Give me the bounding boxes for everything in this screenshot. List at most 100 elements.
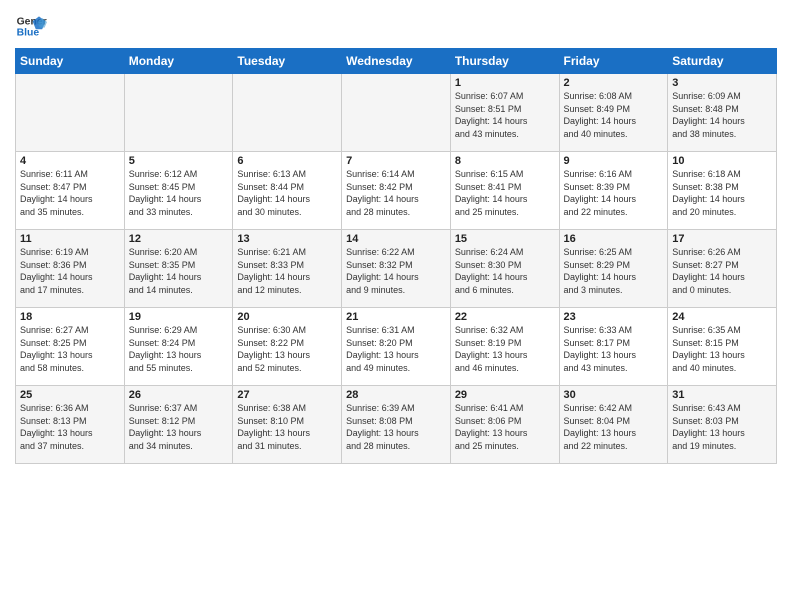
- day-number: 13: [237, 233, 337, 245]
- day-info: Sunrise: 6:29 AM Sunset: 8:24 PM Dayligh…: [129, 324, 229, 374]
- day-info: Sunrise: 6:19 AM Sunset: 8:36 PM Dayligh…: [20, 246, 120, 296]
- day-number: 4: [20, 155, 120, 167]
- week-row-4: 18Sunrise: 6:27 AM Sunset: 8:25 PM Dayli…: [16, 308, 777, 386]
- header-cell-sunday: Sunday: [16, 49, 125, 74]
- day-cell: 29Sunrise: 6:41 AM Sunset: 8:06 PM Dayli…: [450, 386, 559, 464]
- day-cell: 1Sunrise: 6:07 AM Sunset: 8:51 PM Daylig…: [450, 74, 559, 152]
- page-container: General Blue SundayMondayTuesdayWednesda…: [0, 0, 792, 469]
- day-number: 7: [346, 155, 446, 167]
- day-info: Sunrise: 6:25 AM Sunset: 8:29 PM Dayligh…: [564, 246, 664, 296]
- day-number: 19: [129, 311, 229, 323]
- day-number: 6: [237, 155, 337, 167]
- day-info: Sunrise: 6:27 AM Sunset: 8:25 PM Dayligh…: [20, 324, 120, 374]
- svg-text:Blue: Blue: [17, 28, 40, 39]
- day-number: 16: [564, 233, 664, 245]
- week-row-5: 25Sunrise: 6:36 AM Sunset: 8:13 PM Dayli…: [16, 386, 777, 464]
- day-info: Sunrise: 6:42 AM Sunset: 8:04 PM Dayligh…: [564, 402, 664, 452]
- day-cell: 16Sunrise: 6:25 AM Sunset: 8:29 PM Dayli…: [559, 230, 668, 308]
- day-number: 18: [20, 311, 120, 323]
- day-cell: 28Sunrise: 6:39 AM Sunset: 8:08 PM Dayli…: [342, 386, 451, 464]
- day-info: Sunrise: 6:21 AM Sunset: 8:33 PM Dayligh…: [237, 246, 337, 296]
- day-info: Sunrise: 6:07 AM Sunset: 8:51 PM Dayligh…: [455, 90, 555, 140]
- day-cell: 6Sunrise: 6:13 AM Sunset: 8:44 PM Daylig…: [233, 152, 342, 230]
- day-info: Sunrise: 6:37 AM Sunset: 8:12 PM Dayligh…: [129, 402, 229, 452]
- day-cell: 14Sunrise: 6:22 AM Sunset: 8:32 PM Dayli…: [342, 230, 451, 308]
- day-info: Sunrise: 6:26 AM Sunset: 8:27 PM Dayligh…: [672, 246, 772, 296]
- day-cell: [342, 74, 451, 152]
- day-info: Sunrise: 6:13 AM Sunset: 8:44 PM Dayligh…: [237, 168, 337, 218]
- day-info: Sunrise: 6:38 AM Sunset: 8:10 PM Dayligh…: [237, 402, 337, 452]
- day-number: 30: [564, 389, 664, 401]
- day-number: 3: [672, 77, 772, 89]
- header-cell-monday: Monday: [124, 49, 233, 74]
- day-cell: 26Sunrise: 6:37 AM Sunset: 8:12 PM Dayli…: [124, 386, 233, 464]
- day-info: Sunrise: 6:20 AM Sunset: 8:35 PM Dayligh…: [129, 246, 229, 296]
- header-cell-friday: Friday: [559, 49, 668, 74]
- day-cell: 3Sunrise: 6:09 AM Sunset: 8:48 PM Daylig…: [668, 74, 777, 152]
- day-cell: 19Sunrise: 6:29 AM Sunset: 8:24 PM Dayli…: [124, 308, 233, 386]
- logo-icon: General Blue: [15, 10, 47, 42]
- day-number: 8: [455, 155, 555, 167]
- day-cell: [16, 74, 125, 152]
- day-number: 14: [346, 233, 446, 245]
- day-cell: 12Sunrise: 6:20 AM Sunset: 8:35 PM Dayli…: [124, 230, 233, 308]
- day-info: Sunrise: 6:12 AM Sunset: 8:45 PM Dayligh…: [129, 168, 229, 218]
- day-info: Sunrise: 6:14 AM Sunset: 8:42 PM Dayligh…: [346, 168, 446, 218]
- day-number: 23: [564, 311, 664, 323]
- header-cell-wednesday: Wednesday: [342, 49, 451, 74]
- header-cell-tuesday: Tuesday: [233, 49, 342, 74]
- day-number: 24: [672, 311, 772, 323]
- day-info: Sunrise: 6:15 AM Sunset: 8:41 PM Dayligh…: [455, 168, 555, 218]
- day-cell: 31Sunrise: 6:43 AM Sunset: 8:03 PM Dayli…: [668, 386, 777, 464]
- day-cell: 5Sunrise: 6:12 AM Sunset: 8:45 PM Daylig…: [124, 152, 233, 230]
- day-cell: 9Sunrise: 6:16 AM Sunset: 8:39 PM Daylig…: [559, 152, 668, 230]
- day-info: Sunrise: 6:16 AM Sunset: 8:39 PM Dayligh…: [564, 168, 664, 218]
- day-number: 17: [672, 233, 772, 245]
- day-info: Sunrise: 6:18 AM Sunset: 8:38 PM Dayligh…: [672, 168, 772, 218]
- day-info: Sunrise: 6:24 AM Sunset: 8:30 PM Dayligh…: [455, 246, 555, 296]
- day-number: 27: [237, 389, 337, 401]
- day-number: 9: [564, 155, 664, 167]
- day-info: Sunrise: 6:39 AM Sunset: 8:08 PM Dayligh…: [346, 402, 446, 452]
- day-cell: 22Sunrise: 6:32 AM Sunset: 8:19 PM Dayli…: [450, 308, 559, 386]
- day-cell: 13Sunrise: 6:21 AM Sunset: 8:33 PM Dayli…: [233, 230, 342, 308]
- day-info: Sunrise: 6:30 AM Sunset: 8:22 PM Dayligh…: [237, 324, 337, 374]
- logo: General Blue: [15, 10, 51, 42]
- day-cell: [233, 74, 342, 152]
- day-number: 21: [346, 311, 446, 323]
- day-number: 2: [564, 77, 664, 89]
- day-cell: 8Sunrise: 6:15 AM Sunset: 8:41 PM Daylig…: [450, 152, 559, 230]
- day-cell: 23Sunrise: 6:33 AM Sunset: 8:17 PM Dayli…: [559, 308, 668, 386]
- week-row-3: 11Sunrise: 6:19 AM Sunset: 8:36 PM Dayli…: [16, 230, 777, 308]
- day-info: Sunrise: 6:09 AM Sunset: 8:48 PM Dayligh…: [672, 90, 772, 140]
- day-number: 15: [455, 233, 555, 245]
- day-number: 20: [237, 311, 337, 323]
- day-info: Sunrise: 6:36 AM Sunset: 8:13 PM Dayligh…: [20, 402, 120, 452]
- week-row-2: 4Sunrise: 6:11 AM Sunset: 8:47 PM Daylig…: [16, 152, 777, 230]
- day-number: 26: [129, 389, 229, 401]
- day-cell: 11Sunrise: 6:19 AM Sunset: 8:36 PM Dayli…: [16, 230, 125, 308]
- day-cell: 2Sunrise: 6:08 AM Sunset: 8:49 PM Daylig…: [559, 74, 668, 152]
- header: General Blue: [15, 10, 777, 42]
- day-cell: 15Sunrise: 6:24 AM Sunset: 8:30 PM Dayli…: [450, 230, 559, 308]
- day-number: 11: [20, 233, 120, 245]
- header-cell-saturday: Saturday: [668, 49, 777, 74]
- day-number: 5: [129, 155, 229, 167]
- header-row: SundayMondayTuesdayWednesdayThursdayFrid…: [16, 49, 777, 74]
- day-info: Sunrise: 6:35 AM Sunset: 8:15 PM Dayligh…: [672, 324, 772, 374]
- day-number: 28: [346, 389, 446, 401]
- day-number: 22: [455, 311, 555, 323]
- day-number: 1: [455, 77, 555, 89]
- day-info: Sunrise: 6:08 AM Sunset: 8:49 PM Dayligh…: [564, 90, 664, 140]
- day-cell: 7Sunrise: 6:14 AM Sunset: 8:42 PM Daylig…: [342, 152, 451, 230]
- day-cell: 10Sunrise: 6:18 AM Sunset: 8:38 PM Dayli…: [668, 152, 777, 230]
- day-number: 29: [455, 389, 555, 401]
- day-info: Sunrise: 6:32 AM Sunset: 8:19 PM Dayligh…: [455, 324, 555, 374]
- day-cell: 25Sunrise: 6:36 AM Sunset: 8:13 PM Dayli…: [16, 386, 125, 464]
- day-cell: 30Sunrise: 6:42 AM Sunset: 8:04 PM Dayli…: [559, 386, 668, 464]
- day-cell: [124, 74, 233, 152]
- day-info: Sunrise: 6:33 AM Sunset: 8:17 PM Dayligh…: [564, 324, 664, 374]
- day-cell: 4Sunrise: 6:11 AM Sunset: 8:47 PM Daylig…: [16, 152, 125, 230]
- week-row-1: 1Sunrise: 6:07 AM Sunset: 8:51 PM Daylig…: [16, 74, 777, 152]
- day-cell: 27Sunrise: 6:38 AM Sunset: 8:10 PM Dayli…: [233, 386, 342, 464]
